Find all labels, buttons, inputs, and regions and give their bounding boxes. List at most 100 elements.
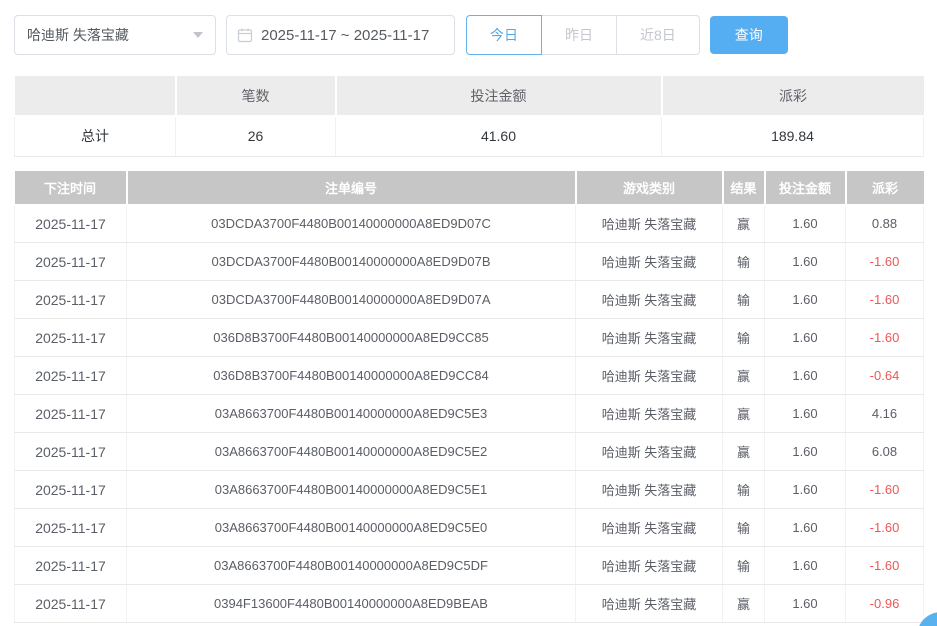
- payout-cell: -1.60: [846, 547, 924, 585]
- result-cell: 赢: [723, 433, 765, 471]
- bet-id-cell: 03A8663700F4480B00140000000A8ED9C5E2: [127, 433, 576, 471]
- game-type-cell: 哈迪斯 失落宝藏: [576, 471, 723, 509]
- result-cell: 赢: [723, 585, 765, 623]
- table-row: 2025-11-17036D8B3700F4480B00140000000A8E…: [15, 357, 924, 395]
- game-type-cell: 哈迪斯 失落宝藏: [576, 547, 723, 585]
- quick-filter-last8days[interactable]: 近8日: [617, 15, 700, 55]
- result-cell: 赢: [723, 395, 765, 433]
- game-type-cell: 哈迪斯 失落宝藏: [576, 509, 723, 547]
- result-cell: 输: [723, 509, 765, 547]
- table-row: 2025-11-1703DCDA3700F4480B00140000000A8E…: [15, 243, 924, 281]
- header-game-type: 游戏类别: [576, 171, 723, 205]
- table-row: 2025-11-1703A8663700F4480B00140000000A8E…: [15, 395, 924, 433]
- bet-time-cell: 2025-11-17: [15, 547, 127, 585]
- result-cell: 赢: [723, 357, 765, 395]
- game-type-cell: 哈迪斯 失落宝藏: [576, 433, 723, 471]
- result-cell: 输: [723, 243, 765, 281]
- bet-amount-cell: 1.60: [765, 205, 846, 243]
- header-bet-amount: 投注金额: [765, 171, 846, 205]
- bet-amount-cell: 1.60: [765, 243, 846, 281]
- bet-time-cell: 2025-11-17: [15, 585, 127, 623]
- betting-history-page: 哈迪斯 失落宝藏 2025-11-17 ~ 2025-11-17 今日 昨日 近…: [0, 0, 937, 623]
- quick-filter-yesterday[interactable]: 昨日: [542, 15, 617, 55]
- payout-cell: -1.60: [846, 509, 924, 547]
- bet-id-cell: 03A8663700F4480B00140000000A8ED9C5E1: [127, 471, 576, 509]
- result-cell: 输: [723, 281, 765, 319]
- game-type-cell: 哈迪斯 失落宝藏: [576, 395, 723, 433]
- bet-amount-cell: 1.60: [765, 547, 846, 585]
- bet-time-cell: 2025-11-17: [15, 281, 127, 319]
- bet-id-cell: 03A8663700F4480B00140000000A8ED9C5DF: [127, 547, 576, 585]
- payout-cell: -1.60: [846, 281, 924, 319]
- game-select-value: 哈迪斯 失落宝藏: [27, 25, 193, 45]
- summary-total-row: 总计 26 41.60 189.84: [15, 116, 924, 156]
- result-cell: 输: [723, 471, 765, 509]
- header-bet-id: 注单编号: [127, 171, 576, 205]
- bet-amount-cell: 1.60: [765, 585, 846, 623]
- payout-cell: -1.60: [846, 471, 924, 509]
- bet-id-cell: 03DCDA3700F4480B00140000000A8ED9D07A: [127, 281, 576, 319]
- bet-id-cell: 036D8B3700F4480B00140000000A8ED9CC84: [127, 357, 576, 395]
- quick-date-button-group: 今日 昨日 近8日: [466, 15, 700, 55]
- payout-cell: -0.96: [846, 585, 924, 623]
- summary-header-payout: 派彩: [662, 76, 924, 116]
- payout-cell: 6.08: [846, 433, 924, 471]
- summary-table: 笔数 投注金额 派彩 总计 26 41.60 189.84: [14, 76, 924, 157]
- payout-cell: 0.88: [846, 205, 924, 243]
- table-row: 2025-11-1703DCDA3700F4480B00140000000A8E…: [15, 281, 924, 319]
- game-type-cell: 哈迪斯 失落宝藏: [576, 205, 723, 243]
- game-type-cell: 哈迪斯 失落宝藏: [576, 281, 723, 319]
- header-payout: 派彩: [846, 171, 924, 205]
- bet-time-cell: 2025-11-17: [15, 471, 127, 509]
- result-cell: 输: [723, 319, 765, 357]
- filter-toolbar: 哈迪斯 失落宝藏 2025-11-17 ~ 2025-11-17 今日 昨日 近…: [14, 15, 923, 55]
- table-row: 2025-11-170394F13600F4480B00140000000A8E…: [15, 585, 924, 623]
- bet-amount-cell: 1.60: [765, 395, 846, 433]
- search-button[interactable]: 查询: [710, 16, 788, 54]
- summary-header-row: 笔数 投注金额 派彩: [15, 76, 924, 116]
- game-select[interactable]: 哈迪斯 失落宝藏: [14, 15, 216, 55]
- payout-cell: -1.60: [846, 319, 924, 357]
- date-range-input[interactable]: 2025-11-17 ~ 2025-11-17: [226, 15, 455, 55]
- bet-time-cell: 2025-11-17: [15, 357, 127, 395]
- bet-id-cell: 03A8663700F4480B00140000000A8ED9C5E0: [127, 509, 576, 547]
- header-bet-time: 下注时间: [15, 171, 127, 205]
- result-cell: 赢: [723, 205, 765, 243]
- payout-cell: -0.64: [846, 357, 924, 395]
- summary-header-count: 笔数: [176, 76, 336, 116]
- summary-bet-amount-value: 41.60: [336, 116, 662, 156]
- calendar-icon: [237, 27, 253, 43]
- table-row: 2025-11-1703A8663700F4480B00140000000A8E…: [15, 471, 924, 509]
- bet-amount-cell: 1.60: [765, 509, 846, 547]
- bet-id-cell: 03DCDA3700F4480B00140000000A8ED9D07B: [127, 243, 576, 281]
- game-type-cell: 哈迪斯 失落宝藏: [576, 585, 723, 623]
- bet-id-cell: 03DCDA3700F4480B00140000000A8ED9D07C: [127, 205, 576, 243]
- bet-amount-cell: 1.60: [765, 281, 846, 319]
- records-table: 下注时间 注单编号 游戏类别 结果 投注金额 派彩 2025-11-1703DC…: [14, 171, 924, 624]
- header-result: 结果: [723, 171, 765, 205]
- quick-filter-today[interactable]: 今日: [466, 15, 542, 55]
- bet-id-cell: 03A8663700F4480B00140000000A8ED9C5E3: [127, 395, 576, 433]
- result-cell: 输: [723, 547, 765, 585]
- bet-time-cell: 2025-11-17: [15, 509, 127, 547]
- bet-time-cell: 2025-11-17: [15, 395, 127, 433]
- records-table-body: 2025-11-1703DCDA3700F4480B00140000000A8E…: [15, 205, 924, 623]
- bet-time-cell: 2025-11-17: [15, 433, 127, 471]
- summary-payout-value: 189.84: [662, 116, 924, 156]
- bet-amount-cell: 1.60: [765, 357, 846, 395]
- chevron-down-icon: [193, 32, 203, 38]
- summary-count-value: 26: [176, 116, 336, 156]
- bet-time-cell: 2025-11-17: [15, 243, 127, 281]
- payout-cell: 4.16: [846, 395, 924, 433]
- records-header-row: 下注时间 注单编号 游戏类别 结果 投注金额 派彩: [15, 171, 924, 205]
- bet-time-cell: 2025-11-17: [15, 205, 127, 243]
- summary-total-label: 总计: [15, 116, 176, 156]
- bet-id-cell: 036D8B3700F4480B00140000000A8ED9CC85: [127, 319, 576, 357]
- game-type-cell: 哈迪斯 失落宝藏: [576, 319, 723, 357]
- bet-amount-cell: 1.60: [765, 433, 846, 471]
- table-row: 2025-11-1703DCDA3700F4480B00140000000A8E…: [15, 205, 924, 243]
- bet-time-cell: 2025-11-17: [15, 319, 127, 357]
- table-row: 2025-11-1703A8663700F4480B00140000000A8E…: [15, 509, 924, 547]
- date-range-value: 2025-11-17 ~ 2025-11-17: [261, 27, 429, 44]
- table-row: 2025-11-17036D8B3700F4480B00140000000A8E…: [15, 319, 924, 357]
